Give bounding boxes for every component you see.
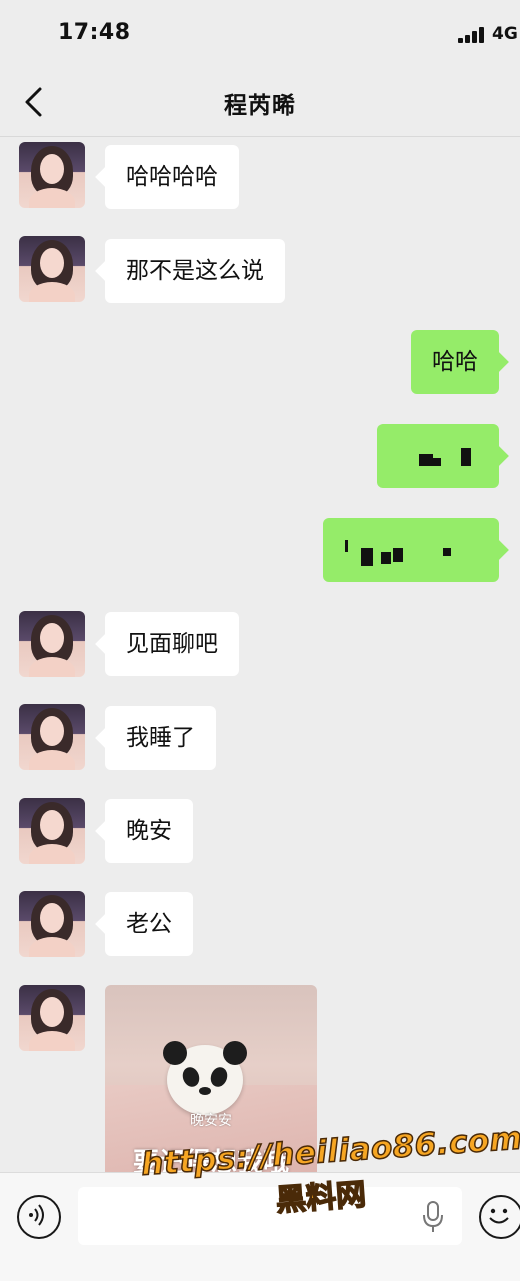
message-text: 哈哈 — [432, 349, 478, 375]
message-bubble-incoming[interactable]: 见面聊吧 — [105, 612, 239, 676]
message-bubble-incoming[interactable]: 我睡了 — [105, 706, 216, 770]
message-text: 见面聊吧 — [126, 631, 218, 657]
contact-avatar[interactable] — [19, 985, 85, 1051]
chat-title: 程芮晞 — [224, 93, 296, 119]
message-bubble-outgoing[interactable]: 哈哈 — [411, 330, 499, 394]
message-text: 晚安 — [126, 818, 172, 844]
mic-icon — [423, 1201, 443, 1232]
image-caption-small: 晚安安 — [190, 1113, 232, 1129]
nav-bar: 程芮晞 — [0, 70, 520, 137]
panda-image — [163, 1041, 247, 1115]
contact-avatar[interactable] — [19, 611, 85, 677]
emoji-icon — [489, 1208, 509, 1224]
message-text: 我睡了 — [126, 725, 195, 751]
status-bar: 17:48 4G — [0, 0, 520, 70]
contact-avatar[interactable] — [19, 704, 85, 770]
input-bar — [0, 1172, 520, 1281]
contact-avatar[interactable] — [19, 142, 85, 208]
voice-icon — [29, 1204, 44, 1226]
voice-button[interactable] — [17, 1195, 61, 1239]
message-bubble-incoming[interactable]: 哈哈哈哈 — [105, 145, 239, 209]
message-bubble-incoming[interactable]: 那不是这么说 — [105, 239, 285, 303]
contact-avatar[interactable] — [19, 236, 85, 302]
message-bubble-outgoing-redacted[interactable] — [377, 424, 499, 488]
image-caption-big: 要记得想我哦 — [132, 1148, 289, 1172]
message-bubble-incoming[interactable]: 老公 — [105, 892, 193, 956]
status-time: 17:48 — [58, 20, 131, 45]
message-bubble-outgoing-redacted[interactable] — [323, 518, 499, 582]
contact-avatar[interactable] — [19, 891, 85, 957]
signal-icon — [458, 27, 488, 43]
message-text: 哈哈哈哈 — [126, 164, 218, 190]
emoji-button[interactable] — [479, 1195, 520, 1239]
message-list[interactable]: 哈哈哈哈 那不是这么说 哈哈 见面聊吧 我睡了 晚安 老公 晚安安 要记得想我哦 — [0, 136, 520, 1172]
message-input[interactable] — [78, 1187, 462, 1245]
contact-avatar[interactable] — [19, 798, 85, 864]
message-bubble-incoming[interactable]: 晚安 — [105, 799, 193, 863]
image-message[interactable]: 晚安安 要记得想我哦 — [105, 985, 317, 1172]
mic-button[interactable] — [420, 1201, 446, 1233]
message-text: 老公 — [126, 911, 172, 937]
message-text: 那不是这么说 — [126, 258, 264, 284]
network-type: 4G — [492, 24, 518, 44]
